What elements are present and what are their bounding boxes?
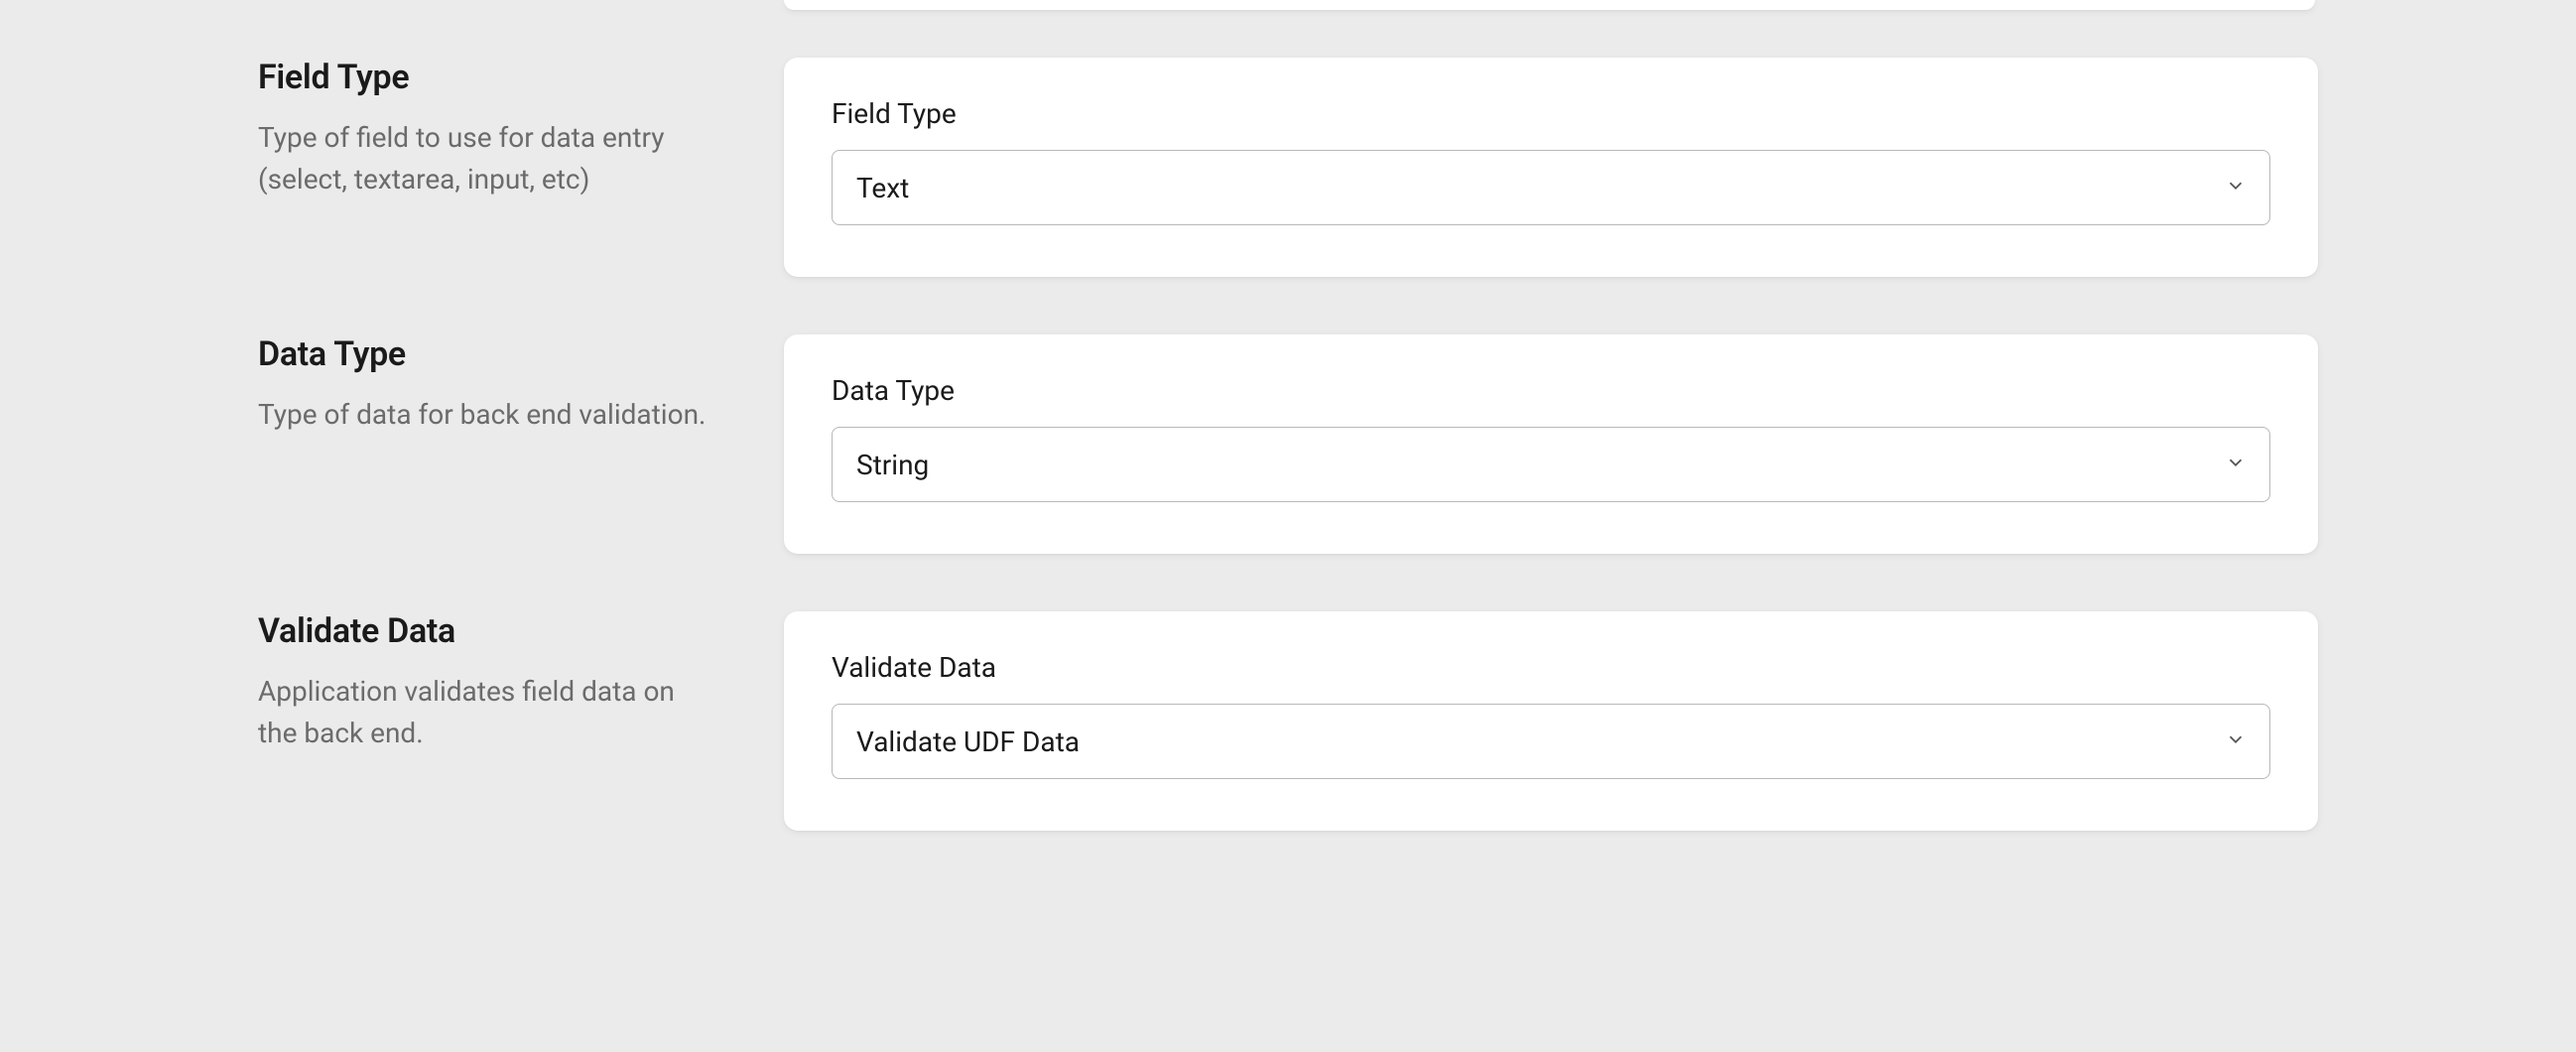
data-type-select-wrapper: String [832,427,2270,502]
data-type-card: Data Type String [784,334,2318,554]
field-type-description: Type of field to use for data entry (sel… [258,117,714,200]
field-type-label-block: Field Type Type of field to use for data… [258,58,714,277]
validate-data-select-wrapper: Validate UDF Data [832,704,2270,779]
field-type-card: Field Type Text [784,58,2318,277]
validate-data-description: Application validates field data on the … [258,671,714,754]
data-type-field-label: Data Type [832,374,2270,407]
field-type-section: Field Type Type of field to use for data… [258,58,2318,277]
previous-card-bottom [784,0,2315,10]
field-type-select[interactable]: Text [832,150,2270,225]
data-type-description: Type of data for back end validation. [258,394,714,436]
field-type-title: Field Type [258,58,714,97]
validate-data-select[interactable]: Validate UDF Data [832,704,2270,779]
data-type-title: Data Type [258,334,714,374]
data-type-select-value: String [856,449,929,481]
field-type-select-wrapper: Text [832,150,2270,225]
field-type-field-label: Field Type [832,97,2270,130]
data-type-section: Data Type Type of data for back end vali… [258,334,2318,554]
validate-data-card: Validate Data Validate UDF Data [784,611,2318,831]
validate-data-label-block: Validate Data Application validates fiel… [258,611,714,831]
data-type-select[interactable]: String [832,427,2270,502]
data-type-label-block: Data Type Type of data for back end vali… [258,334,714,554]
validate-data-title: Validate Data [258,611,714,651]
validate-data-field-label: Validate Data [832,651,2270,684]
validate-data-section: Validate Data Application validates fiel… [258,611,2318,831]
validate-data-select-value: Validate UDF Data [856,725,1080,758]
field-type-select-value: Text [856,172,909,204]
